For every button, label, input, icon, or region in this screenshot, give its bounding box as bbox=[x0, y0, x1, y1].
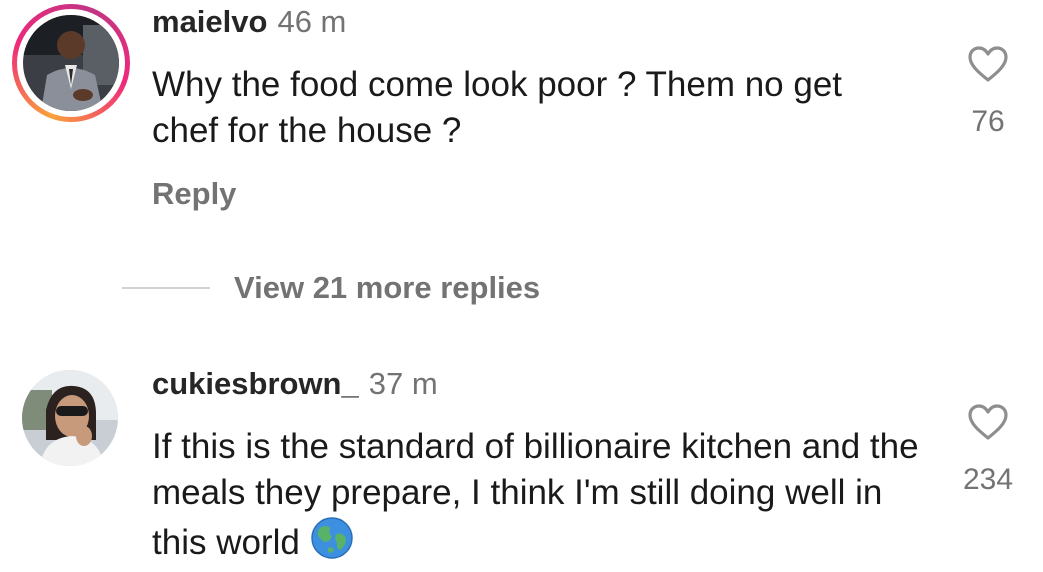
comment-meta: cukiesbrown_ 37 m bbox=[152, 364, 438, 404]
username[interactable]: cukiesbrown_ bbox=[152, 366, 359, 401]
comment-item: maielvo 46 m Why the food come look poor … bbox=[0, 0, 1043, 240]
comment-text: If this is the standard of billionaire k… bbox=[152, 424, 922, 572]
timestamp: 37 m bbox=[368, 366, 438, 401]
avatar bbox=[22, 370, 118, 466]
story-ring-avatar[interactable] bbox=[12, 4, 130, 122]
comment-text: Why the food come look poor ? Them no ge… bbox=[152, 65, 843, 150]
heart-outline-icon[interactable] bbox=[966, 402, 1010, 442]
timestamp: 46 m bbox=[277, 4, 347, 39]
reply-button[interactable]: Reply bbox=[152, 174, 236, 214]
divider-line bbox=[122, 287, 210, 289]
username[interactable]: maielvo bbox=[152, 4, 267, 39]
like-count: 234 bbox=[962, 463, 1014, 496]
like-control[interactable]: 234 bbox=[958, 402, 1018, 498]
view-more-replies-button[interactable]: View 21 more replies bbox=[122, 266, 540, 310]
like-control[interactable]: 76 bbox=[958, 44, 1018, 140]
avatar-wrapper[interactable] bbox=[22, 370, 118, 466]
comment-text-content: If this is the standard of billionaire k… bbox=[152, 427, 919, 562]
like-count: 76 bbox=[971, 105, 1005, 138]
heart-outline-icon[interactable] bbox=[966, 44, 1010, 84]
comment-meta: maielvo 46 m bbox=[152, 2, 346, 42]
avatar bbox=[23, 15, 119, 111]
view-more-replies-label: View 21 more replies bbox=[234, 270, 541, 305]
